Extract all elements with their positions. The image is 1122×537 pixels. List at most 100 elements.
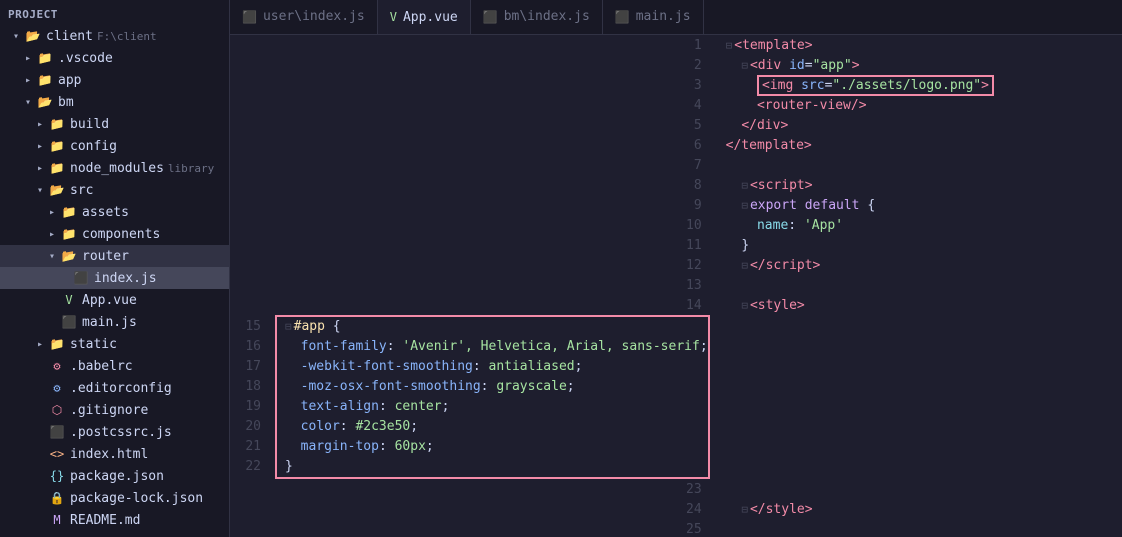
leaf-spacer xyxy=(44,292,60,308)
code-line: 3 <img src="./assets/logo.png"> xyxy=(230,75,1122,95)
line-number: 7 xyxy=(230,155,718,175)
sidebar-item-components[interactable]: 📁 components xyxy=(0,223,229,245)
sidebar-item-router[interactable]: 📂 router xyxy=(0,245,229,267)
leaf-spacer xyxy=(32,402,48,418)
code-editor[interactable]: 1 ⊟<template> 2 ⊟<div id="app"> 3 <img s… xyxy=(230,35,1122,537)
sidebar-item-label: .vscode xyxy=(58,51,113,66)
sidebar-item-package-lock[interactable]: 🔒 package-lock.json xyxy=(0,487,229,509)
sidebar-item-client[interactable]: 📂 client F:\client xyxy=(0,25,229,47)
sidebar-item-editorconfig[interactable]: ⚙ .editorconfig xyxy=(0,377,229,399)
cssval-token: #2c3e50 xyxy=(355,419,410,434)
text-token: ; xyxy=(426,439,434,454)
sidebar-item-static[interactable]: 📁 static xyxy=(0,333,229,355)
js-tab-icon: ⬛ xyxy=(483,10,498,24)
line-content: ⊟<style> xyxy=(718,295,1122,315)
html-file-icon: <> xyxy=(48,446,66,462)
sidebar-item-gitignore[interactable]: ⬡ .gitignore xyxy=(0,399,229,421)
line-content xyxy=(718,155,1122,175)
fold-icon: ⊟ xyxy=(741,259,748,272)
attr-token: id xyxy=(789,58,805,73)
arrow-icon xyxy=(8,28,24,44)
tab-main-js[interactable]: ⬛ main.js xyxy=(603,0,704,34)
cssprop-token: text-align xyxy=(301,399,379,414)
line-number: 1 xyxy=(230,35,718,55)
arrow-icon xyxy=(44,248,60,264)
line-number: 18 xyxy=(230,377,277,397)
line-number: 6 xyxy=(230,135,718,155)
line-content: ⊟</script> xyxy=(718,255,1122,275)
tab-label: main.js xyxy=(636,9,691,24)
arrow-icon xyxy=(32,160,48,176)
code-line: 10 name: 'App' xyxy=(230,215,1122,235)
sidebar-item-node-modules[interactable]: 📁 node_modules library xyxy=(0,157,229,179)
explorer-title: Project xyxy=(8,8,58,21)
code-line: 8 ⊟<script> xyxy=(230,175,1122,195)
tab-bm-index[interactable]: ⬛ bm\index.js xyxy=(471,0,603,34)
line-number: 21 xyxy=(230,437,277,457)
text-token: : xyxy=(379,399,395,414)
text-token: : xyxy=(788,218,804,233)
sidebar-item-build[interactable]: 📁 build xyxy=(0,113,229,135)
tag-token: <img xyxy=(762,78,793,93)
code-line-22: } xyxy=(277,457,708,477)
tab-app-vue[interactable]: V App.vue xyxy=(378,0,471,34)
sidebar-item-label: App.vue xyxy=(82,293,137,308)
arrow-icon xyxy=(44,204,60,220)
line-content: } xyxy=(718,235,1122,255)
leaf-spacer xyxy=(32,490,48,506)
sidebar-item-label: config xyxy=(70,139,117,154)
sidebar-item-index-html[interactable]: <> index.html xyxy=(0,443,229,465)
sidebar-item-app[interactable]: 📁 app xyxy=(0,69,229,91)
line-content: ⊟<script> xyxy=(718,175,1122,195)
tab-user-index[interactable]: ⬛ user\index.js xyxy=(230,0,378,34)
sidebar-item-label: node_modules xyxy=(70,161,164,176)
js-file-icon: ⬛ xyxy=(48,424,66,440)
code-lines: 1 ⊟<template> 2 ⊟<div id="app"> 3 <img s… xyxy=(230,35,1122,537)
sidebar-item-label: app xyxy=(58,73,81,88)
fold-icon: ⊟ xyxy=(741,59,748,72)
code-line: 5 </div> xyxy=(230,115,1122,135)
sidebar-item-label: router xyxy=(82,249,129,264)
sidebar-item-babelrc[interactable]: ⚙ .babelrc xyxy=(0,355,229,377)
line-numbers-overlay: 15 16 17 18 19 20 21 22 xyxy=(230,317,277,477)
tag-token: > xyxy=(852,58,860,73)
json-file-icon: {} xyxy=(48,468,66,484)
sidebar-item-index-js[interactable]: ⬛ index.js xyxy=(0,267,229,289)
tab-bar: ⬛ user\index.js V App.vue ⬛ bm\index.js … xyxy=(230,0,1122,35)
text-token: ; xyxy=(410,419,418,434)
sidebar-item-vscode[interactable]: 📁 .vscode xyxy=(0,47,229,69)
text-token: { xyxy=(333,319,341,334)
code-line: 6 </template> xyxy=(230,135,1122,155)
code-line: 14 ⊟<style> xyxy=(230,295,1122,315)
sidebar-item-bm[interactable]: 📂 bm xyxy=(0,91,229,113)
sidebar-item-package-json[interactable]: {} package.json xyxy=(0,465,229,487)
cssval-token: 60px xyxy=(395,439,426,454)
sidebar-item-src[interactable]: 📂 src xyxy=(0,179,229,201)
line-content: </div> xyxy=(718,115,1122,135)
config-file-icon: ⚙ xyxy=(48,380,66,396)
explorer-header[interactable]: Project xyxy=(0,4,229,25)
line-content: </template> xyxy=(718,135,1122,155)
prop-token: name xyxy=(757,218,788,233)
line-number: 16 xyxy=(230,337,277,357)
sidebar-item-main-js[interactable]: ⬛ main.js xyxy=(0,311,229,333)
js-file-icon: ⬛ xyxy=(72,270,90,286)
sidebar-item-config[interactable]: 📁 config xyxy=(0,135,229,157)
line-number: 24 xyxy=(230,499,718,519)
cssprop-token: margin-top xyxy=(301,439,379,454)
line-content: name: 'App' xyxy=(718,215,1122,235)
sidebar-item-assets[interactable]: 📁 assets xyxy=(0,201,229,223)
arrow-icon xyxy=(20,94,36,110)
string-token: "app" xyxy=(813,58,852,73)
string-token: "./assets/logo.png" xyxy=(832,78,981,93)
sidebar-item-css[interactable]: 📁 css xyxy=(0,531,229,537)
folder-icon: 📁 xyxy=(60,204,78,220)
sidebar-item-app-vue[interactable]: V App.vue xyxy=(0,289,229,311)
sidebar-item-label: .babelrc xyxy=(70,359,133,374)
tab-label: bm\index.js xyxy=(504,9,590,24)
sidebar-item-readme[interactable]: M README.md xyxy=(0,509,229,531)
cssprop-token: color xyxy=(301,419,340,434)
cssprop-token: -moz-osx-font-smoothing xyxy=(301,379,481,394)
sidebar-item-postcssrc[interactable]: ⬛ .postcssrc.js xyxy=(0,421,229,443)
folder-icon: 📁 xyxy=(36,72,54,88)
